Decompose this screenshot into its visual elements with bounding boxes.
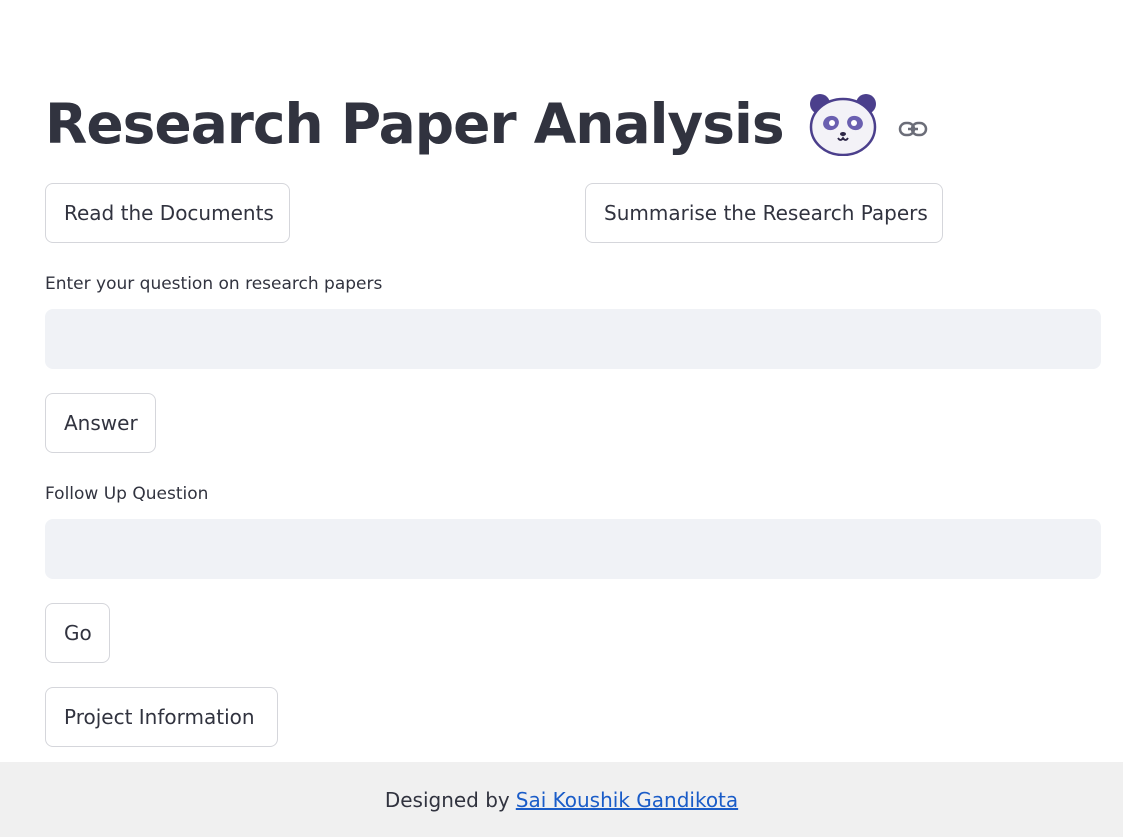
project-information-button[interactable]: Project Information — [45, 687, 278, 747]
follow-up-label: Follow Up Question — [45, 484, 209, 504]
app-page: Research Paper Analysis Read the Documen… — [0, 0, 1123, 837]
page-header: Research Paper Analysis — [45, 84, 928, 164]
go-button[interactable]: Go — [45, 603, 110, 663]
link-icon[interactable] — [898, 118, 928, 140]
question-label: Enter your question on research papers — [45, 274, 383, 294]
summarise-papers-button[interactable]: Summarise the Research Papers — [585, 183, 943, 243]
panda-icon — [808, 92, 878, 157]
read-documents-button[interactable]: Read the Documents — [45, 183, 290, 243]
author-link[interactable]: Sai Koushik Gandikota — [516, 788, 738, 812]
footer: Designed by Sai Koushik Gandikota — [0, 762, 1123, 837]
question-input[interactable] — [45, 309, 1101, 369]
footer-prefix: Designed by — [384, 787, 510, 812]
page-title: Research Paper Analysis — [45, 91, 785, 156]
answer-button[interactable]: Answer — [45, 393, 156, 453]
follow-up-input[interactable] — [45, 519, 1101, 579]
